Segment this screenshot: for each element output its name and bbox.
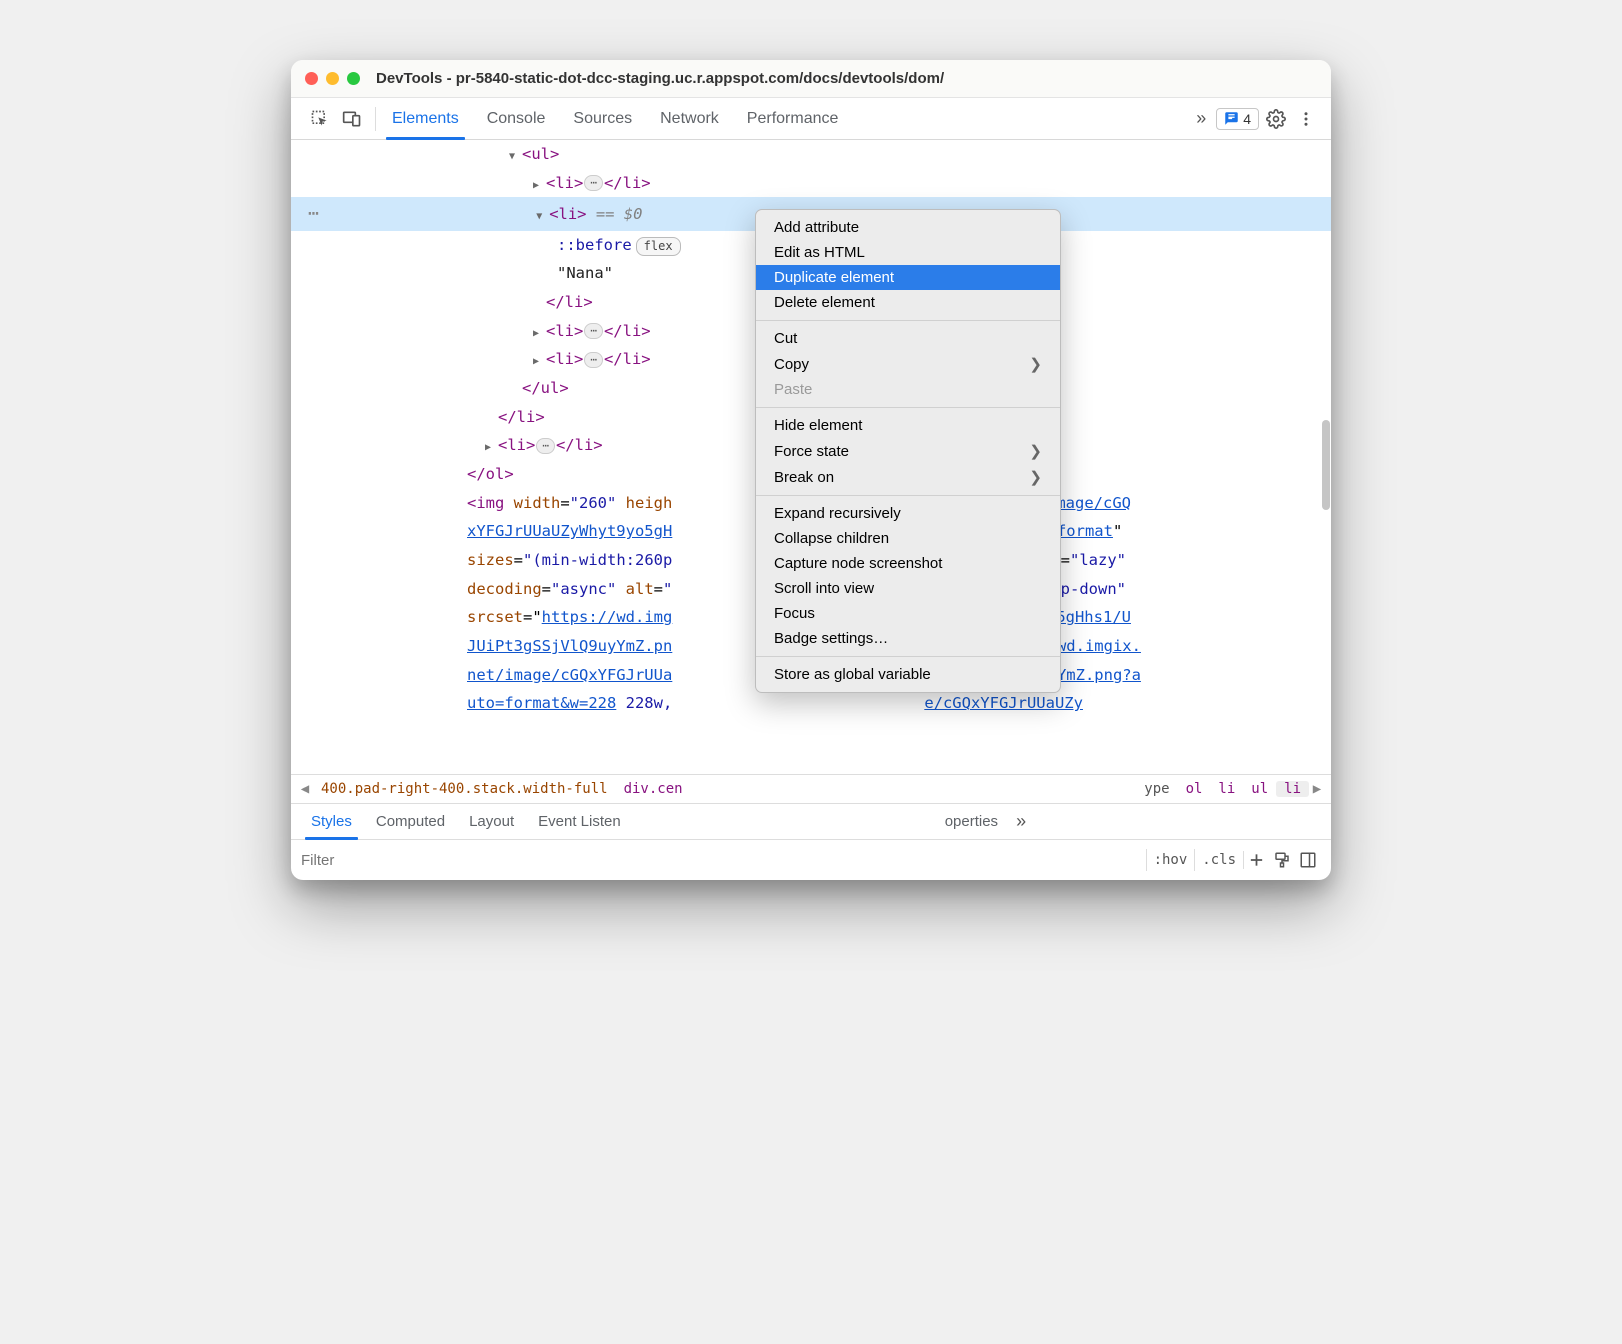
breadcrumb-item[interactable]: ol — [1178, 781, 1211, 797]
subtab-computed[interactable]: Computed — [364, 804, 457, 839]
scrollbar[interactable] — [1322, 140, 1330, 774]
ellipsis-icon[interactable]: ⋯ — [536, 438, 555, 454]
inspect-icon[interactable] — [307, 106, 333, 132]
subtab-properties[interactable]: operties — [933, 804, 1010, 839]
cls-button[interactable]: .cls — [1194, 849, 1243, 871]
tab-performance[interactable]: Performance — [733, 98, 853, 139]
ctx-expand-recursively[interactable]: Expand recursively — [756, 501, 1060, 526]
issues-badge[interactable]: 4 — [1216, 108, 1259, 130]
breadcrumb-left-icon[interactable]: ◀ — [297, 781, 313, 797]
settings-icon[interactable] — [1263, 106, 1289, 132]
separator — [756, 495, 1060, 496]
close-button[interactable] — [305, 72, 318, 85]
ellipsis-icon[interactable]: ⋯ — [584, 175, 603, 191]
ctx-collapse-children[interactable]: Collapse children — [756, 526, 1060, 551]
main-toolbar: Elements Console Sources Network Perform… — [291, 98, 1331, 140]
ellipsis-icon[interactable]: ⋯ — [584, 352, 603, 368]
breadcrumb-right-icon[interactable]: ▶ — [1309, 781, 1325, 797]
more-subtabs-icon[interactable]: » — [1016, 811, 1026, 832]
titlebar: DevTools - pr-5840-static-dot-dcc-stagin… — [291, 60, 1331, 98]
breadcrumb-item[interactable]: 400.pad-right-400.stack.width-full — [313, 781, 616, 797]
context-menu: Add attribute Edit as HTML Duplicate ele… — [755, 209, 1061, 693]
ctx-copy[interactable]: Copy❯ — [756, 351, 1060, 377]
ctx-capture-screenshot[interactable]: Capture node screenshot — [756, 551, 1060, 576]
styles-toolbar: :hov .cls — [291, 840, 1331, 880]
selection-dots-icon: ⋯ — [308, 203, 320, 224]
ctx-force-state[interactable]: Force state❯ — [756, 438, 1060, 464]
ctx-duplicate-element[interactable]: Duplicate element — [756, 265, 1060, 290]
separator — [756, 407, 1060, 408]
maximize-button[interactable] — [347, 72, 360, 85]
chevron-right-icon: ❯ — [1029, 355, 1042, 373]
breadcrumb-item[interactable]: ype — [1136, 781, 1177, 797]
breadcrumb-item-selected[interactable]: li — [1276, 781, 1309, 797]
tab-sources[interactable]: Sources — [559, 98, 646, 139]
separator — [756, 320, 1060, 321]
ctx-store-global[interactable]: Store as global variable — [756, 662, 1060, 687]
device-toggle-icon[interactable] — [339, 106, 365, 132]
window-title: DevTools - pr-5840-static-dot-dcc-stagin… — [376, 70, 944, 87]
ctx-delete-element[interactable]: Delete element — [756, 290, 1060, 315]
issues-count: 4 — [1243, 111, 1251, 127]
hov-button[interactable]: :hov — [1146, 849, 1195, 871]
flex-badge[interactable]: flex — [636, 237, 681, 256]
ctx-hide-element[interactable]: Hide element — [756, 413, 1060, 438]
ctx-add-attribute[interactable]: Add attribute — [756, 215, 1060, 240]
panel-layout-icon[interactable] — [1295, 851, 1321, 869]
new-style-rule-icon[interactable] — [1243, 851, 1269, 869]
chevron-right-icon: ❯ — [1029, 468, 1042, 486]
breadcrumb-item[interactable]: li — [1210, 781, 1243, 797]
breadcrumb-item[interactable]: div.cen — [616, 781, 691, 797]
separator — [756, 656, 1060, 657]
devtools-window: DevTools - pr-5840-static-dot-dcc-stagin… — [291, 60, 1331, 880]
dom-node[interactable]: <ul> — [291, 140, 1331, 169]
ctx-cut[interactable]: Cut — [756, 326, 1060, 351]
ctx-break-on[interactable]: Break on❯ — [756, 464, 1060, 490]
dom-node[interactable]: <li>⋯</li> — [291, 169, 1331, 198]
ctx-badge-settings[interactable]: Badge settings… — [756, 626, 1060, 651]
panel-tabs: Elements Console Sources Network Perform… — [378, 98, 852, 139]
breadcrumb-item[interactable]: ul — [1243, 781, 1276, 797]
chevron-right-icon: ❯ — [1029, 442, 1042, 460]
separator — [375, 107, 376, 131]
subtab-styles[interactable]: Styles — [299, 804, 364, 839]
tab-network[interactable]: Network — [646, 98, 733, 139]
tab-elements[interactable]: Elements — [378, 98, 473, 139]
subtab-event-listeners[interactable]: Event Listen — [526, 804, 633, 839]
ellipsis-icon[interactable]: ⋯ — [584, 323, 603, 339]
filter-input[interactable] — [301, 852, 1146, 869]
traffic-lights — [305, 72, 360, 85]
kebab-icon[interactable] — [1293, 106, 1319, 132]
ctx-paste: Paste — [756, 377, 1060, 402]
minimize-button[interactable] — [326, 72, 339, 85]
scrollbar-thumb[interactable] — [1322, 420, 1330, 510]
ctx-focus[interactable]: Focus — [756, 601, 1060, 626]
breadcrumb[interactable]: ◀ 400.pad-right-400.stack.width-full div… — [291, 774, 1331, 804]
paint-icon[interactable] — [1269, 851, 1295, 869]
subtab-layout[interactable]: Layout — [457, 804, 526, 839]
more-tabs-icon[interactable]: » — [1190, 108, 1212, 129]
ctx-edit-as-html[interactable]: Edit as HTML — [756, 240, 1060, 265]
styles-subtabs: Styles Computed Layout Event Listen oper… — [291, 804, 1331, 840]
ctx-scroll-into-view[interactable]: Scroll into view — [756, 576, 1060, 601]
tab-console[interactable]: Console — [473, 98, 560, 139]
